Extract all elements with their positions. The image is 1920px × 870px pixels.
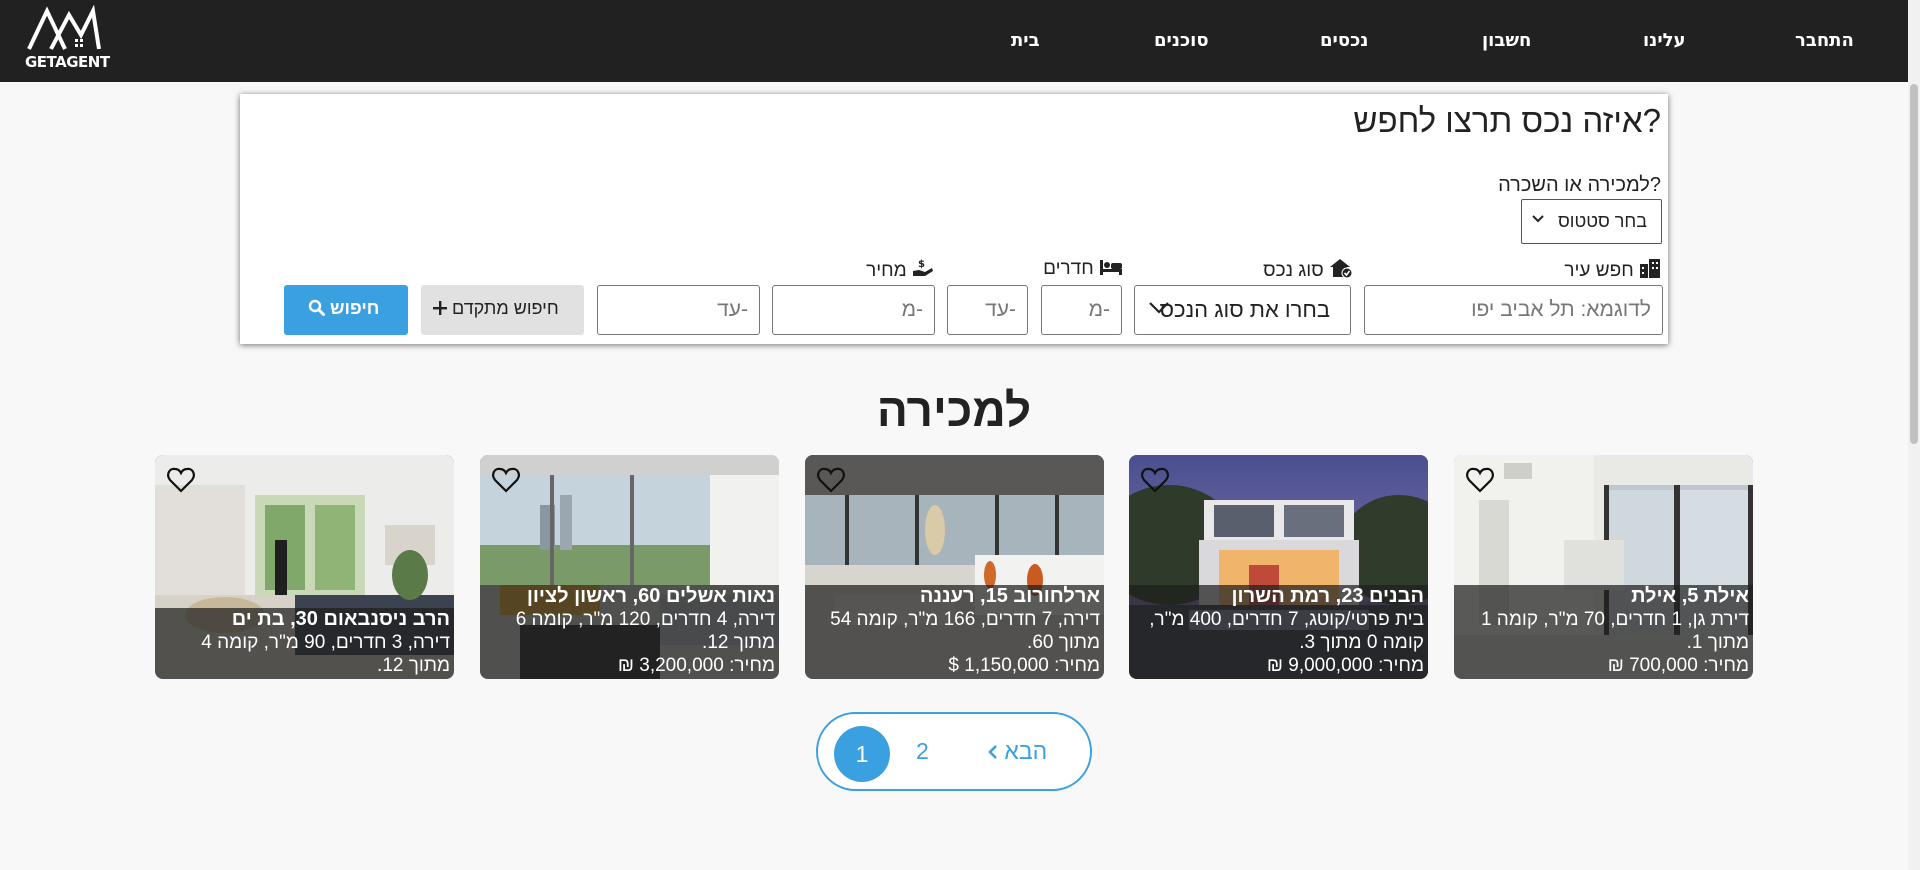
search-panel: איזה נכס תרצו לחפש? למכירה או השכרה? בחר… <box>240 94 1668 344</box>
top-navbar: GETAGENT התחבר עלינו חשבון נכסים סוכנים … <box>0 0 1908 82</box>
nav-properties[interactable]: נכסים <box>1320 30 1368 51</box>
next-page-button[interactable]: הבא <box>988 738 1047 765</box>
listing-caption: ארלחורוב 15, רעננה דירה, 7 חדרים, 166 מ"… <box>805 585 1104 679</box>
city-search-input[interactable]: לדוגמא: תל אביב יפו <box>1364 285 1663 335</box>
nav-agents[interactable]: סוכנים <box>1154 30 1209 51</box>
price-label: $ מחיר <box>866 258 934 282</box>
city-input-placeholder: לדוגמא: תל אביב יפו <box>1471 298 1651 321</box>
pagination: 1 2 הבא <box>816 712 1092 791</box>
search-button-label: חיפוש <box>330 298 380 318</box>
price-from-input[interactable]: מ- <box>772 285 935 335</box>
nav-account[interactable]: חשבון <box>1482 30 1531 51</box>
chevron-down-icon <box>1532 215 1544 223</box>
listing-caption: הרב ניסנבאום 30, בת ים דירה, 3 חדרים, 90… <box>155 608 454 679</box>
advanced-search-label: חיפוש מתקדם <box>452 298 559 318</box>
listing-price: מחיר: 1,150,000 $ <box>948 655 1100 676</box>
listing-details: דירה, 4 חדרים, 120 מ"ר, קומה 6 מתוך 12. <box>515 609 775 653</box>
section-title: למכירה <box>876 384 1032 436</box>
city-label: חפש עיר <box>1564 258 1661 282</box>
price-to-input[interactable]: עד- <box>597 285 760 335</box>
type-label: סוג נכס <box>1263 258 1353 282</box>
listing-card[interactable]: הבנים 23, רמת השרון בית פרטי/קוטג, 7 חדר… <box>1129 455 1428 679</box>
listing-address: הבנים 23, רמת השרון <box>1231 585 1424 607</box>
listing-details: דירת גן, 1 חדרים, 70 מ"ר, קומה 1 מתוך 1. <box>1480 609 1749 653</box>
listing-caption: הבנים 23, רמת השרון בית פרטי/קוטג, 7 חדר… <box>1129 585 1428 679</box>
listing-address: נאות אשלים 60, ראשון לציון <box>526 585 775 607</box>
listing-details: דירה, 3 חדרים, 90 מ"ר, קומה 4 מתוך 12. <box>201 632 450 676</box>
listing-address: אילת 5, אילת <box>1631 585 1749 607</box>
advanced-search-button[interactable]: חיפוש מתקדם <box>421 285 584 335</box>
nav-login[interactable]: התחבר <box>1795 30 1854 51</box>
listing-card[interactable]: ארלחורוב 15, רעננה דירה, 7 חדרים, 166 מ"… <box>805 455 1104 679</box>
listing-card[interactable]: אילת 5, אילת דירת גן, 1 חדרים, 70 מ"ר, ק… <box>1454 455 1753 679</box>
property-type-select[interactable]: בחרו את סוג הנכס <box>1134 285 1351 335</box>
listing-caption: נאות אשלים 60, ראשון לציון דירה, 4 חדרים… <box>480 585 779 679</box>
status-label: למכירה או השכרה? <box>1498 174 1661 196</box>
status-select[interactable]: בחר סטטוס <box>1521 199 1662 244</box>
type-label-text: סוג נכס <box>1263 260 1324 281</box>
search-title: איזה נכס תרצו לחפש? <box>1353 102 1661 139</box>
chevron-left-icon <box>988 745 997 759</box>
favorite-heart-icon[interactable] <box>817 467 845 493</box>
listing-address: הרב ניסנבאום 30, בת ים <box>231 608 450 630</box>
rooms-label-text: חדרים <box>1043 258 1094 279</box>
nav-about[interactable]: עלינו <box>1643 30 1686 51</box>
status-select-value: בחר סטטוס <box>1557 211 1647 231</box>
listing-price: מחיר: 9,000,000 ₪ <box>1266 655 1424 676</box>
price-to-placeholder: עד- <box>717 298 748 321</box>
brand-name: GETAGENT <box>25 53 110 71</box>
listing-address: ארלחורוב 15, רעננה <box>919 585 1100 607</box>
listing-price: מחיר: 700,000 ₪ <box>1607 655 1749 676</box>
favorite-heart-icon[interactable] <box>167 467 195 493</box>
favorite-heart-icon[interactable] <box>1466 467 1494 493</box>
chevron-down-icon <box>1149 302 1169 314</box>
logo-mark-icon <box>27 5 101 50</box>
rooms-label: חדרים <box>1043 258 1123 280</box>
page-scrollbar[interactable] <box>1908 0 1920 870</box>
rooms-from-input[interactable]: מ- <box>1041 285 1122 335</box>
rooms-from-placeholder: מ- <box>1088 298 1110 321</box>
price-from-placeholder: מ- <box>901 298 923 321</box>
listing-details: דירה, 7 חדרים, 166 מ"ר, קומה 54 מתוך 60. <box>830 609 1100 653</box>
listing-price: מחיר: 3,200,000 ₪ <box>617 655 775 676</box>
page-2-button[interactable]: 2 <box>916 738 929 765</box>
search-icon <box>308 299 325 316</box>
favorite-heart-icon[interactable] <box>492 467 520 493</box>
search-button[interactable]: חיפוש <box>284 285 408 335</box>
bed-icon <box>1100 260 1122 275</box>
rooms-to-input[interactable]: עד- <box>947 285 1028 335</box>
city-icon <box>1640 259 1660 278</box>
hand-money-icon: $ <box>913 259 933 276</box>
listing-caption: אילת 5, אילת דירת גן, 1 חדרים, 70 מ"ר, ק… <box>1454 585 1753 679</box>
nav-home[interactable]: בית <box>1011 30 1040 51</box>
city-label-text: חפש עיר <box>1564 260 1634 281</box>
favorite-heart-icon[interactable] <box>1141 467 1169 493</box>
listing-card[interactable]: הרב ניסנבאום 30, בת ים דירה, 3 חדרים, 90… <box>155 455 454 679</box>
house-check-icon <box>1330 259 1353 279</box>
svg-text:$: $ <box>918 259 925 270</box>
next-page-label: הבא <box>1004 738 1048 764</box>
price-label-text: מחיר <box>866 260 907 281</box>
scrollbar-thumb[interactable] <box>1910 84 1918 444</box>
property-type-value: בחרו את סוג הנכס <box>1159 297 1330 322</box>
brand-logo[interactable]: GETAGENT <box>25 5 110 75</box>
listing-details: בית פרטי/קוטג, 7 חדרים, 400 מ"ר, קומה 0 … <box>1149 609 1424 653</box>
rooms-to-placeholder: עד- <box>985 298 1016 321</box>
page-1-button[interactable]: 1 <box>834 726 890 782</box>
plus-icon <box>433 301 447 315</box>
listing-card[interactable]: נאות אשלים 60, ראשון לציון דירה, 4 חדרים… <box>480 455 779 679</box>
